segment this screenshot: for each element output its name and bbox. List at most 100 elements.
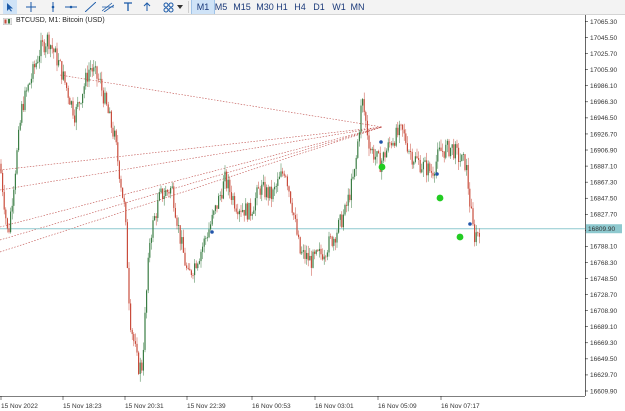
candle-body	[274, 186, 276, 190]
candle-body	[112, 127, 114, 137]
horizontal-line-icon	[65, 5, 77, 9]
shapes-button[interactable]	[161, 0, 175, 14]
candle-body	[374, 156, 376, 160]
candle-body	[414, 156, 416, 162]
candle-body	[232, 196, 234, 201]
candle-body	[306, 252, 308, 259]
candle-body	[158, 192, 160, 201]
candle-body	[163, 196, 165, 200]
candle-body	[315, 250, 317, 254]
price-tick-label: 16966.30	[590, 99, 617, 106]
cursor-button[interactable]	[3, 0, 17, 14]
price-tick-label: 16649.50	[590, 356, 617, 363]
candle-body	[24, 90, 26, 111]
trade-marker	[210, 230, 214, 234]
candle-body	[29, 83, 31, 85]
timeframe-h1[interactable]: H1	[272, 0, 292, 14]
candle-body	[448, 140, 450, 157]
dropdown-icon	[176, 5, 183, 9]
candle-body	[322, 254, 324, 260]
candle-body	[443, 151, 445, 158]
crosshair-button[interactable]	[24, 0, 38, 14]
candle-body	[202, 246, 204, 252]
candle-body	[333, 238, 335, 246]
price-chart[interactable]: 17065.30 17045.50 17025.70 17005.90 16986.10…	[0, 15, 625, 411]
candle-body	[290, 191, 292, 203]
candle-body	[120, 178, 122, 188]
candle-body	[437, 149, 439, 162]
candle-body	[474, 224, 476, 243]
candle-body	[139, 362, 141, 374]
price-tick-label: 16887.10	[590, 163, 617, 170]
candle-body	[237, 211, 239, 215]
candle-body	[285, 175, 287, 177]
vertical-line-icon	[51, 2, 55, 12]
candle-body	[122, 187, 124, 198]
vertical-line-button[interactable]	[46, 0, 60, 14]
candle-body	[362, 99, 364, 106]
candle-body	[147, 257, 149, 291]
candle-body	[254, 198, 256, 211]
candle-body	[195, 263, 197, 269]
candle-body	[99, 78, 101, 80]
candle-body	[419, 160, 421, 173]
candle-body	[259, 188, 261, 195]
channel-icon	[102, 2, 114, 12]
candle-body	[32, 64, 34, 79]
candle-body	[155, 216, 157, 219]
channel-button[interactable]	[101, 0, 115, 14]
candle-body	[339, 214, 341, 220]
candle-body	[478, 233, 480, 237]
candle-body	[35, 63, 37, 68]
candle-body	[394, 142, 396, 146]
trend-line-icon	[84, 2, 96, 12]
candle-body	[94, 66, 96, 68]
candle-body	[453, 144, 455, 159]
candle-body	[262, 182, 264, 185]
candle-body	[141, 362, 143, 371]
candle-body	[69, 97, 71, 105]
candle-body	[194, 263, 196, 276]
candle-body	[208, 229, 210, 238]
candle-body	[298, 234, 300, 238]
candle-body	[434, 173, 436, 176]
candle-body	[336, 232, 338, 243]
candle-body	[78, 102, 80, 104]
trend-line-button[interactable]	[83, 0, 97, 14]
timeframe-d1[interactable]: D1	[309, 0, 329, 14]
candle-body	[152, 220, 154, 238]
candle-body	[469, 188, 471, 207]
candle-body	[429, 163, 431, 172]
chart-toolbar: M1 M5 M15 M30 H1 H4 D1 W1 MN	[0, 0, 625, 15]
candle-body	[64, 71, 66, 83]
shapes-dropdown[interactable]	[175, 0, 184, 14]
candle-body	[227, 179, 229, 189]
candle-body	[282, 171, 284, 174]
timeframe-mn[interactable]: MN	[346, 0, 369, 14]
time-tick-label: 15 Nov 20:31	[125, 403, 164, 410]
text-tool-button[interactable]	[121, 0, 135, 14]
price-tick-label: 17065.30	[590, 19, 617, 26]
candle-body	[435, 161, 437, 174]
candle-body	[360, 105, 362, 133]
text-tool-icon	[124, 2, 132, 11]
candle-body	[181, 237, 183, 244]
candle-body	[397, 127, 399, 136]
horizontal-line-button[interactable]	[64, 0, 78, 14]
candle-body	[338, 219, 340, 233]
candle-body	[182, 237, 184, 253]
candle-body	[472, 208, 474, 225]
price-tick-label: 17045.50	[590, 35, 617, 42]
candle-body	[392, 142, 394, 146]
timeframe-h4[interactable]: H4	[290, 0, 310, 14]
candle-body	[136, 343, 138, 353]
candle-body	[294, 215, 296, 219]
candle-body	[368, 135, 370, 149]
candle-body	[184, 252, 186, 266]
candle-body	[299, 237, 301, 254]
candle-body	[0, 163, 2, 174]
arrow-button[interactable]	[140, 0, 154, 14]
candle-body	[286, 176, 288, 187]
candle-body	[150, 237, 152, 243]
candle-body	[192, 274, 194, 276]
